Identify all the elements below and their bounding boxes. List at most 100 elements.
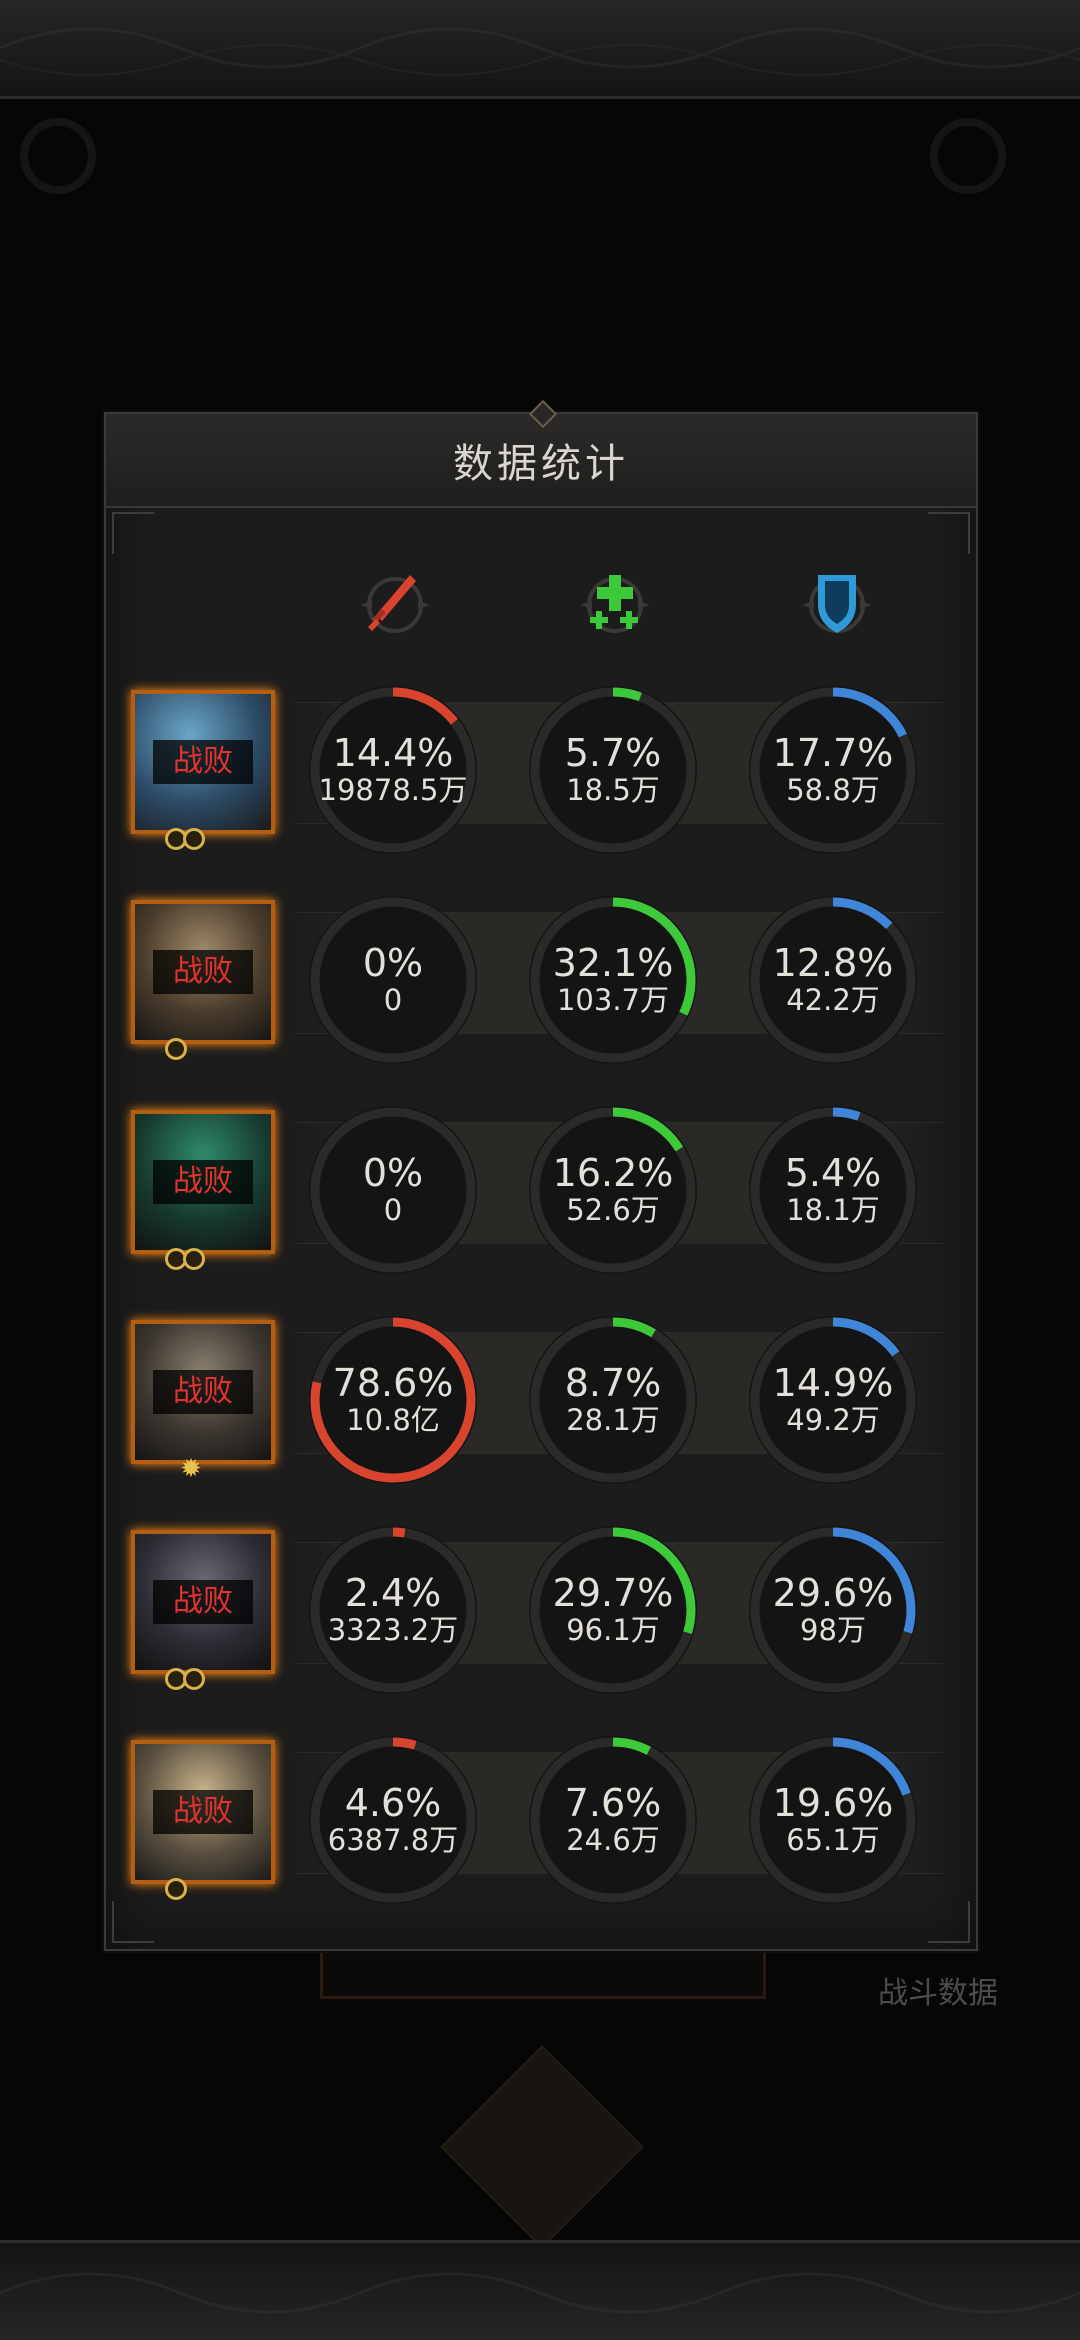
bottom-frame-bar [0, 2240, 1080, 2340]
stat-amount: 0 [383, 1193, 403, 1227]
stat-percent: 8.7% [564, 1361, 662, 1405]
background-diamond-emblem [440, 2045, 644, 2249]
hero-avatar[interactable]: 战败 [131, 900, 275, 1044]
heal-stat-ring: 16.2% 52.6万 [525, 1102, 701, 1278]
hero-avatar[interactable]: 战败 [131, 1740, 275, 1884]
stat-percent: 5.7% [564, 731, 662, 775]
hero-stat-row: 战败 ✹ 78.6% 10.8亿 8.7% 28.1万 14.9% 49.2万 [125, 1316, 945, 1490]
top-ornament [0, 27, 1080, 76]
stat-percent: 12.8% [772, 941, 894, 985]
stat-percent: 19.6% [772, 1781, 894, 1825]
damage-stat-ring: 0% 0 [305, 892, 481, 1068]
defeat-label: 战败 [153, 1790, 253, 1834]
battle-data-button-label[interactable]: 战斗数据 [878, 1968, 998, 2012]
damage-stat-ring: 0% 0 [305, 1102, 481, 1278]
defeat-label: 战败 [153, 740, 253, 784]
star-coin-icon [165, 1038, 187, 1060]
stat-amount: 3323.2万 [327, 1613, 459, 1647]
stat-amount: 52.6万 [566, 1193, 660, 1227]
sword-icon [360, 575, 430, 633]
stat-amount: 65.1万 [786, 1823, 880, 1857]
hero-stat-row: 战败 4.6% 6387.8万 7.6% 24.6万 19.6% 65.1万 [125, 1736, 945, 1910]
ring-label: 78.6% 10.8亿 [305, 1312, 481, 1488]
stat-percent: 32.1% [552, 941, 674, 985]
stat-percent: 14.4% [332, 731, 454, 775]
ring-label: 14.9% 49.2万 [745, 1312, 921, 1488]
heal-stat-ring: 32.1% 103.7万 [525, 892, 701, 1068]
sun-rank-icon: ✹ [180, 1454, 202, 1484]
stat-percent: 0% [362, 941, 424, 985]
corner-ornament [928, 512, 970, 554]
ring-label: 5.4% 18.1万 [745, 1102, 921, 1278]
stat-amount: 19878.5万 [318, 773, 468, 807]
stat-amount: 0 [383, 983, 403, 1017]
defeat-label: 战败 [153, 1580, 253, 1624]
stat-amount: 28.1万 [566, 1403, 660, 1437]
ring-label: 0% 0 [305, 1102, 481, 1278]
stat-amount: 58.8万 [786, 773, 880, 807]
hero-stat-row: 战败 0% 0 16.2% 52.6万 5.4% 18.1万 [125, 1106, 945, 1280]
ring-label: 8.7% 28.1万 [525, 1312, 701, 1488]
hero-avatar[interactable]: 战败 [131, 690, 275, 834]
stat-amount: 18.1万 [786, 1193, 880, 1227]
bottom-ornament [0, 2272, 1080, 2314]
stat-amount: 103.7万 [556, 983, 670, 1017]
star-rank [165, 1038, 187, 1060]
stat-percent: 16.2% [552, 1151, 674, 1195]
ring-label: 14.4% 19878.5万 [305, 682, 481, 858]
ring-label: 7.6% 24.6万 [525, 1732, 701, 1908]
stat-percent: 14.9% [772, 1361, 894, 1405]
ring-label: 29.7% 96.1万 [525, 1522, 701, 1698]
star-rank [165, 1878, 187, 1900]
damage-stat-ring: 2.4% 3323.2万 [305, 1522, 481, 1698]
damage-stat-ring: 78.6% 10.8亿 [305, 1312, 481, 1488]
damage-stat-ring: 14.4% 19878.5万 [305, 682, 481, 858]
stat-percent: 5.4% [784, 1151, 882, 1195]
ring-label: 16.2% 52.6万 [525, 1102, 701, 1278]
stat-percent: 0% [362, 1151, 424, 1195]
stat-percent: 17.7% [772, 731, 894, 775]
stat-percent: 7.6% [564, 1781, 662, 1825]
stat-amount: 98万 [800, 1613, 866, 1647]
heal-stat-ring: 7.6% 24.6万 [525, 1732, 701, 1908]
stat-amount: 42.2万 [786, 983, 880, 1017]
screen: { "panel": { "title": "数据统计" }, "backgro… [0, 0, 1080, 2340]
ring-label: 4.6% 6387.8万 [305, 1732, 481, 1908]
tank-stat-ring: 12.8% 42.2万 [745, 892, 921, 1068]
defeat-label: 战败 [153, 1370, 253, 1414]
stat-amount: 24.6万 [566, 1823, 660, 1857]
stat-percent: 29.7% [552, 1571, 674, 1615]
hero-stat-row: 战败 2.4% 3323.2万 29.7% 96.1万 29.6% 98万 [125, 1526, 945, 1700]
hero-avatar[interactable]: 战败 [131, 1530, 275, 1674]
star-coin-icon [183, 828, 205, 850]
hero-avatar[interactable]: 战败 [131, 1320, 275, 1464]
tank-stat-ring: 29.6% 98万 [745, 1522, 921, 1698]
shield-icon [802, 575, 872, 633]
ring-label: 32.1% 103.7万 [525, 892, 701, 1068]
hero-avatar[interactable]: 战败 [131, 1110, 275, 1254]
damage-stat-ring: 4.6% 6387.8万 [305, 1732, 481, 1908]
heal-cross-icon [580, 575, 650, 633]
stat-amount: 96.1万 [566, 1613, 660, 1647]
ring-label: 5.7% 18.5万 [525, 682, 701, 858]
tank-stat-ring: 19.6% 65.1万 [745, 1732, 921, 1908]
star-rank [165, 1668, 205, 1690]
star-rank [165, 828, 205, 850]
hero-stat-row: 战败 0% 0 32.1% 103.7万 12.8% 42.2万 [125, 896, 945, 1070]
star-coin-icon [165, 1878, 187, 1900]
ring-label: 29.6% 98万 [745, 1522, 921, 1698]
background-play-icon [20, 118, 96, 194]
panel-title: 数据统计 [453, 441, 629, 487]
stat-amount: 6387.8万 [327, 1823, 459, 1857]
tank-stat-ring: 14.9% 49.2万 [745, 1312, 921, 1488]
background-ring [930, 118, 1006, 194]
stat-amount: 49.2万 [786, 1403, 880, 1437]
stat-percent: 4.6% [344, 1781, 442, 1825]
heal-stat-ring: 29.7% 96.1万 [525, 1522, 701, 1698]
star-rank [165, 1248, 205, 1270]
stat-percent: 2.4% [344, 1571, 442, 1615]
tank-stat-ring: 17.7% 58.8万 [745, 682, 921, 858]
stat-amount: 10.8亿 [346, 1403, 440, 1437]
panel-header: 数据统计 [106, 399, 976, 508]
heal-stat-ring: 5.7% 18.5万 [525, 682, 701, 858]
